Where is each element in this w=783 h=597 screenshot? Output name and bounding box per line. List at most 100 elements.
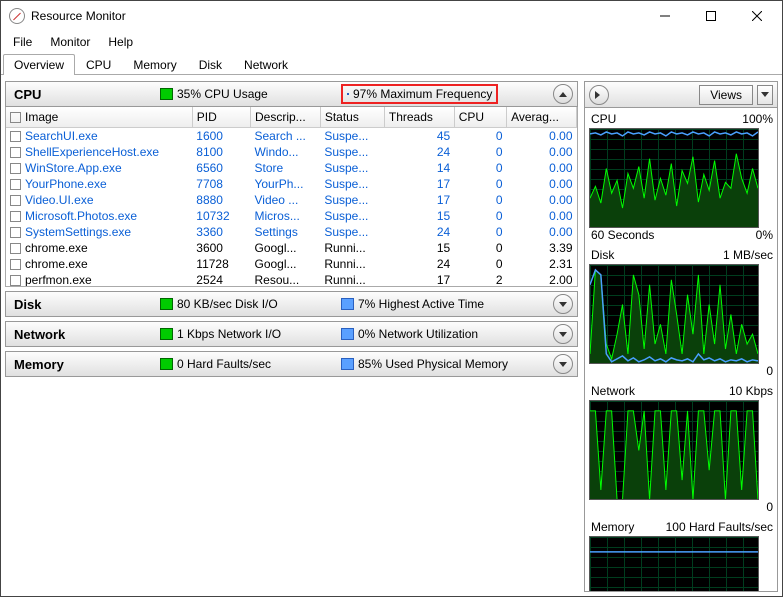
graph-axis-right: 0 (766, 500, 773, 514)
mem-swatch1 (160, 358, 173, 370)
cpu-section-header[interactable]: CPU 35% CPU Usage 97% Maximum Frequency (5, 81, 578, 107)
chevron-down-icon (559, 332, 567, 337)
cpu-usage-text: 35% CPU Usage (177, 87, 268, 101)
disk-stat1: 80 KB/sec Disk I/O (177, 297, 278, 311)
graph-pane-collapse[interactable] (589, 85, 609, 105)
table-row[interactable]: perfmon.exe2524Resou...Runni...1722.00 (6, 272, 577, 286)
col-cpu[interactable]: CPU (454, 107, 506, 128)
disk-title: Disk (14, 297, 154, 312)
cpu-collapse-button[interactable] (553, 84, 573, 104)
table-header-row: Image PID Descrip... Status Threads CPU … (6, 107, 577, 128)
mem-stat1: 0 Hard Faults/sec (177, 357, 271, 371)
graph-label: Network (591, 384, 635, 398)
table-row[interactable]: chrome.exe11728Googl...Runni...2402.31 (6, 256, 577, 272)
disk-stat2: 7% Highest Active Time (358, 297, 484, 311)
chevron-right-icon (595, 91, 604, 99)
menu-help[interactable]: Help (100, 33, 141, 51)
tab-memory[interactable]: Memory (122, 54, 187, 75)
row-checkbox[interactable] (10, 211, 21, 222)
row-checkbox[interactable] (10, 243, 21, 254)
memory-collapse-button[interactable] (553, 354, 573, 374)
window-title: Resource Monitor (31, 9, 642, 23)
graph-canvas (589, 128, 759, 228)
table-row[interactable]: chrome.exe3600Googl...Runni...1503.39 (6, 240, 577, 256)
graph-label: CPU (591, 112, 616, 126)
graph-label: Disk (591, 248, 614, 262)
graph-label: Memory (591, 520, 634, 534)
header-checkbox[interactable] (10, 112, 21, 123)
col-avg[interactable]: Averag... (507, 107, 577, 128)
col-image[interactable]: Image (6, 107, 192, 128)
chevron-down-icon (559, 302, 567, 307)
graph-network: Network 10 Kbps 0 (589, 382, 775, 516)
graph-scale: 10 Kbps (729, 384, 773, 398)
memory-section-header[interactable]: Memory 0 Hard Faults/sec 85% Used Physic… (5, 351, 578, 377)
table-row[interactable]: YourPhone.exe7708YourPh...Suspe...1700.0… (6, 176, 577, 192)
tab-strip: Overview CPU Memory Disk Network (1, 53, 782, 75)
row-checkbox[interactable] (10, 259, 21, 270)
graph-scale: 100% (742, 112, 773, 126)
chevron-down-icon (761, 92, 769, 97)
graph-scroll-area[interactable]: CPU 100% 60 Seconds 0% Disk 1 MB/sec 0 Network 1… (585, 108, 777, 591)
table-row[interactable]: WinStore.App.exe6560StoreSuspe...1400.00 (6, 160, 577, 176)
table-row[interactable]: ShellExperienceHost.exe8100Windo...Suspe… (6, 144, 577, 160)
col-pid[interactable]: PID (192, 107, 250, 128)
col-threads[interactable]: Threads (384, 107, 454, 128)
net-swatch1 (160, 328, 173, 340)
table-row[interactable]: Video.UI.exe8880Video ...Suspe...1700.00 (6, 192, 577, 208)
network-collapse-button[interactable] (553, 324, 573, 344)
cpu-table-scroll[interactable]: Image PID Descrip... Status Threads CPU … (6, 107, 577, 286)
cpu-title: CPU (14, 87, 154, 102)
tab-network[interactable]: Network (233, 54, 299, 75)
net-stat1: 1 Kbps Network I/O (177, 327, 281, 341)
net-swatch2 (341, 328, 354, 340)
net-stat2: 0% Network Utilization (358, 327, 478, 341)
network-section-header[interactable]: Network 1 Kbps Network I/O 0% Network Ut… (5, 321, 578, 347)
chevron-down-icon (559, 362, 567, 367)
row-checkbox[interactable] (10, 131, 21, 142)
col-desc[interactable]: Descrip... (250, 107, 320, 128)
table-row[interactable]: SearchUI.exe1600Search ...Suspe...4500.0… (6, 128, 577, 145)
disk-swatch1 (160, 298, 173, 310)
cpu-table: Image PID Descrip... Status Threads CPU … (5, 107, 578, 287)
graph-axis-left: 60 Seconds (591, 228, 654, 242)
graph-pane-header: Views (585, 82, 777, 108)
table-row[interactable]: SystemSettings.exe3360SettingsSuspe...24… (6, 224, 577, 240)
tab-cpu[interactable]: CPU (75, 54, 122, 75)
network-title: Network (14, 327, 154, 342)
row-checkbox[interactable] (10, 195, 21, 206)
titlebar: Resource Monitor (1, 1, 782, 31)
row-checkbox[interactable] (10, 227, 21, 238)
disk-section-header[interactable]: Disk 80 KB/sec Disk I/O 7% Highest Activ… (5, 291, 578, 317)
row-checkbox[interactable] (10, 163, 21, 174)
tab-disk[interactable]: Disk (188, 54, 233, 75)
cpu-freq-text: 97% Maximum Frequency (353, 87, 492, 101)
row-checkbox[interactable] (10, 147, 21, 158)
menu-monitor[interactable]: Monitor (42, 33, 98, 51)
row-checkbox[interactable] (10, 275, 21, 286)
table-row[interactable]: Microsoft.Photos.exe10732Micros...Suspe.… (6, 208, 577, 224)
views-button[interactable]: Views (699, 85, 753, 105)
graph-axis-right: 0% (756, 228, 773, 242)
graph-scale: 100 Hard Faults/sec (666, 520, 773, 534)
graph-disk: Disk 1 MB/sec 0 (589, 246, 775, 380)
disk-collapse-button[interactable] (553, 294, 573, 314)
views-dropdown[interactable] (757, 85, 773, 105)
graph-axis-right: 0 (766, 364, 773, 378)
row-checkbox[interactable] (10, 179, 21, 190)
menubar: File Monitor Help (1, 31, 782, 53)
col-status[interactable]: Status (320, 107, 384, 128)
menu-file[interactable]: File (5, 33, 40, 51)
tab-overview[interactable]: Overview (3, 54, 75, 75)
graph-canvas (589, 400, 759, 500)
maximize-button[interactable] (688, 1, 734, 31)
close-button[interactable] (734, 1, 780, 31)
graph-scale: 1 MB/sec (723, 248, 773, 262)
graph-cpu: CPU 100% 60 Seconds 0% (589, 110, 775, 244)
memory-title: Memory (14, 357, 154, 372)
cpu-freq-swatch (347, 93, 349, 95)
app-icon (9, 8, 25, 24)
disk-swatch2 (341, 298, 354, 310)
chevron-up-icon (559, 92, 567, 97)
minimize-button[interactable] (642, 1, 688, 31)
